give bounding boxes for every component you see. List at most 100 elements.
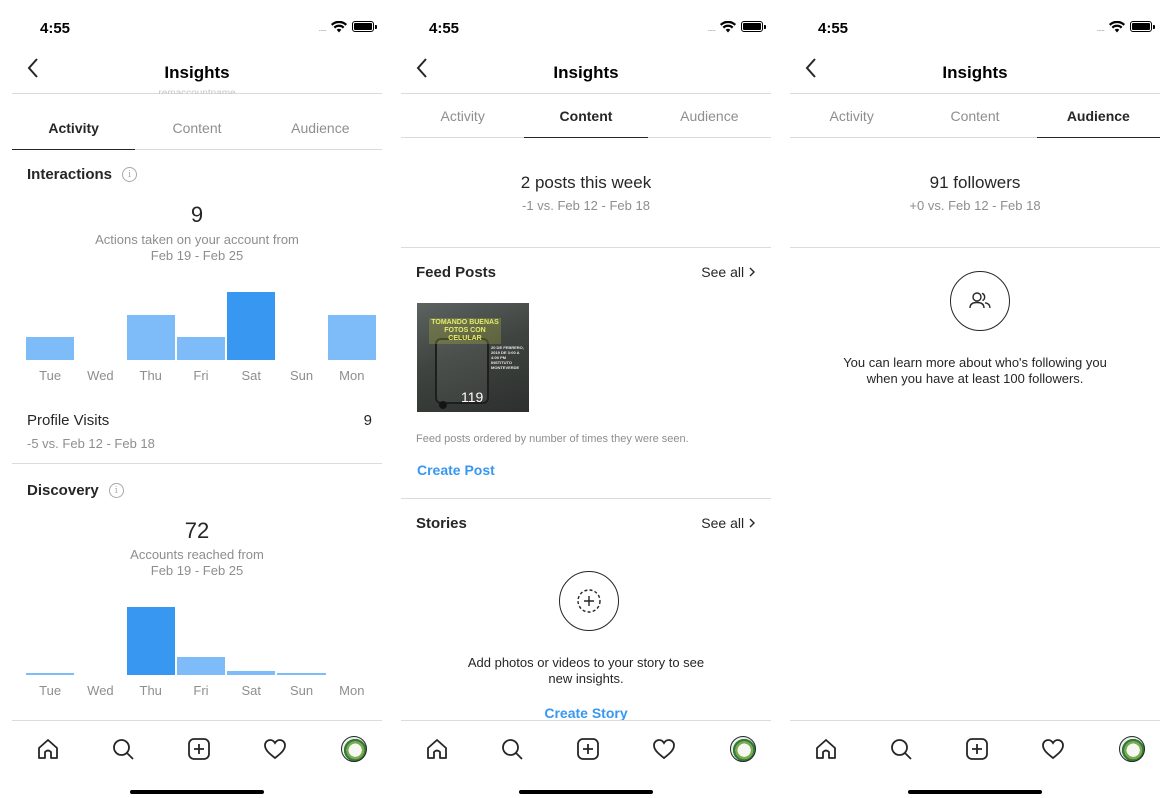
followers-count: 91 followers	[929, 173, 1021, 192]
feed-see-all-link[interactable]: See all	[701, 264, 756, 280]
create-post-link[interactable]: Create Post	[417, 462, 495, 478]
search-icon[interactable]	[109, 735, 137, 763]
avatar	[341, 736, 367, 762]
status-bar: 4:55 .....	[790, 0, 1160, 44]
home-icon[interactable]	[812, 735, 840, 763]
interactions-range: Feb 19 - Feb 25	[150, 248, 244, 263]
people-icon	[950, 271, 1010, 331]
add-square-icon[interactable]	[963, 735, 991, 763]
post-impressions-count: 119	[461, 389, 484, 405]
chart-bar	[126, 315, 175, 360]
interactions-day-labels: Tue Wed Thu Fri Sat Sun Mon	[26, 368, 376, 383]
feed-post-thumbnail[interactable]: TOMANDO BUENAS FOTOS CON CELULAR 20 DE F…	[417, 303, 529, 412]
day-label: Wed	[87, 368, 114, 383]
tab-activity[interactable]: Activity	[790, 94, 913, 137]
tab-content[interactable]: Content	[524, 94, 648, 138]
profile-visits-label: Profile Visits	[27, 412, 110, 429]
posts-compare: -1 vs. Feb 12 - Feb 18	[522, 198, 650, 213]
day-label: Fri	[193, 368, 209, 383]
day-label: Mon	[339, 368, 365, 383]
add-square-icon[interactable]	[185, 735, 213, 763]
chart-bar	[26, 673, 75, 675]
search-icon[interactable]	[498, 735, 526, 763]
stories-header: Stories	[416, 515, 467, 532]
profile-tab[interactable]	[1118, 735, 1146, 763]
interactions-chart	[26, 292, 376, 360]
home-indicator	[908, 790, 1042, 794]
wifi-icon	[331, 20, 347, 32]
bottom-tab-bar	[12, 720, 382, 798]
stories-title: Stories	[416, 515, 467, 532]
stories-see-all-link[interactable]: See all	[701, 515, 756, 531]
status-icons: .....	[318, 20, 377, 33]
tab-activity[interactable]: Activity	[12, 106, 136, 150]
signal-icon: .....	[318, 23, 326, 33]
chart-bar	[176, 337, 226, 360]
tab-audience[interactable]: Audience	[648, 94, 771, 137]
signal-icon: .....	[707, 23, 715, 33]
chart-bar	[126, 607, 175, 675]
tab-content[interactable]: Content	[913, 94, 1036, 137]
signal-icon: .....	[1096, 23, 1104, 33]
search-icon[interactable]	[887, 735, 915, 763]
day-label: Sat	[241, 683, 262, 698]
info-icon[interactable]: i	[122, 167, 138, 182]
divider	[401, 498, 771, 499]
page-title: Insights	[553, 63, 619, 82]
home-icon[interactable]	[34, 735, 62, 763]
avatar	[1119, 736, 1145, 762]
tab-audience[interactable]: Audience	[1036, 94, 1160, 138]
day-label: Mon	[339, 683, 365, 698]
info-icon[interactable]: i	[108, 483, 124, 498]
stories-empty-line-2: new insights.	[548, 671, 624, 686]
tab-activity[interactable]: Activity	[401, 94, 524, 137]
chevron-right-icon	[749, 267, 755, 277]
status-time: 4:55	[818, 20, 849, 37]
heart-icon[interactable]	[1039, 735, 1067, 763]
status-bar: 4:55 .....	[401, 0, 771, 44]
status-time: 4:55	[429, 20, 460, 37]
day-label: Sun	[289, 368, 314, 383]
heart-icon[interactable]	[261, 735, 289, 763]
story-add-icon	[559, 571, 619, 631]
chart-bar	[327, 315, 376, 360]
add-square-icon[interactable]	[574, 735, 602, 763]
page-title: Insights	[942, 63, 1008, 82]
day-label: Fri	[193, 683, 209, 698]
insights-tabs: Activity Content Audience	[790, 94, 1160, 138]
profile-tab[interactable]	[729, 735, 757, 763]
post-side-text: 20 DE FEBRERO, 2019 DE 3:00 A 4:00 PM IN…	[491, 345, 524, 370]
interactions-count: 9	[190, 202, 204, 227]
day-label: Tue	[39, 368, 62, 383]
post-title-text: TOMANDO BUENAS FOTOS CON CELULAR	[429, 318, 501, 344]
see-all-label: See all	[701, 515, 745, 531]
discovery-range: Feb 19 - Feb 25	[150, 563, 244, 578]
phone-button	[439, 401, 447, 409]
interactions-caption: Actions taken on your account from	[95, 232, 299, 247]
status-bar: 4:55 .....	[12, 0, 382, 44]
content-screen: 4:55 ..... Insights Activity Content Aud…	[401, 0, 771, 798]
nav-bar: Insights remaccountname	[12, 50, 382, 94]
insights-tabs: Activity Content Audience	[12, 106, 382, 150]
wifi-icon	[720, 20, 736, 32]
followers-compare: +0 vs. Feb 12 - Feb 18	[909, 198, 1041, 213]
wifi-icon	[1109, 20, 1125, 32]
home-icon[interactable]	[423, 735, 451, 763]
tab-audience[interactable]: Audience	[259, 106, 382, 149]
create-story-link[interactable]: Create Story	[401, 705, 771, 721]
see-all-label: See all	[701, 264, 745, 280]
feed-posts-title: Feed Posts	[416, 264, 497, 281]
avatar	[730, 736, 756, 762]
heart-icon[interactable]	[650, 735, 678, 763]
day-label: Thu	[139, 683, 162, 698]
tab-content[interactable]: Content	[135, 106, 258, 149]
page-title: Insights	[164, 63, 230, 82]
discovery-count: 72	[184, 518, 210, 543]
profile-visits-compare: -5 vs. Feb 12 - Feb 18	[27, 436, 155, 451]
insights-tabs: Activity Content Audience	[401, 94, 771, 138]
chart-bar	[176, 657, 226, 675]
profile-tab[interactable]	[340, 735, 368, 763]
discovery-header: Discovery i	[27, 482, 124, 499]
chart-bar	[227, 671, 276, 675]
status-icons: .....	[1096, 20, 1155, 33]
